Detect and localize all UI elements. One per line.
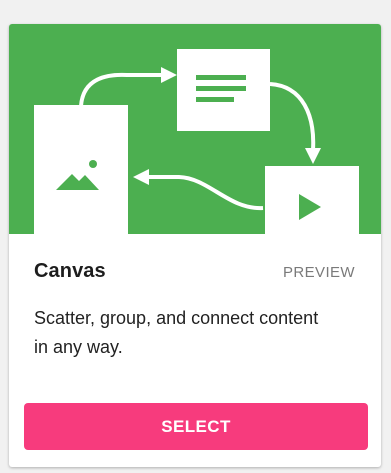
connector-arrow-icon	[269, 82, 321, 164]
card-title: Canvas	[34, 260, 106, 282]
text-card-icon	[177, 49, 270, 131]
connector-arrow-icon	[79, 67, 177, 107]
card-description: Scatter, group, and connect content in a…	[34, 308, 319, 357]
select-button[interactable]: SELECT	[24, 403, 368, 450]
preview-badge: PREVIEW	[283, 264, 355, 281]
video-card-icon	[265, 166, 359, 234]
image-card-icon	[34, 105, 128, 234]
connector-arrow-icon	[133, 169, 264, 211]
canvas-illustration-graphic	[34, 49, 359, 234]
canvas-illustration	[9, 24, 381, 234]
canvas-card[interactable]: Canvas PREVIEW Scatter, group, and conne…	[9, 24, 381, 467]
